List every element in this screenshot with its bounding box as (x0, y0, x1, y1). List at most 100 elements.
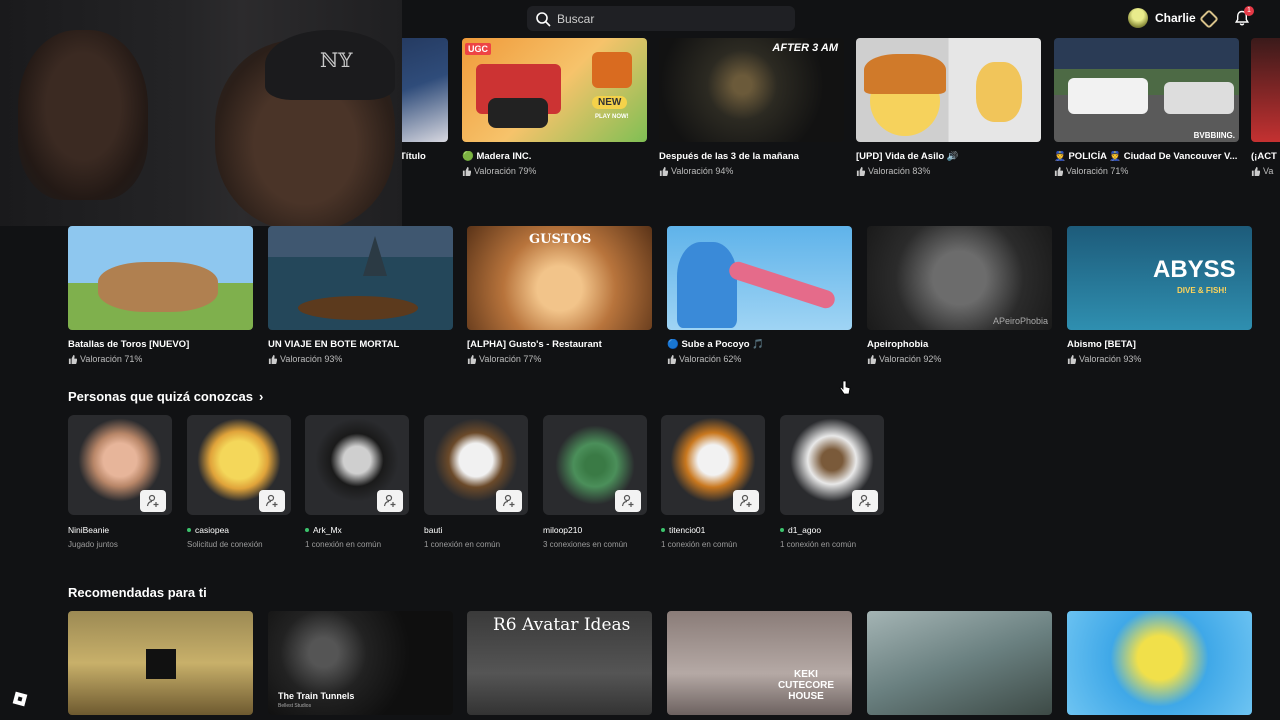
game-tile[interactable]: GUSTOS [ALPHA] Gusto's - Restaurant Valo… (467, 226, 652, 364)
game-thumbnail[interactable] (68, 226, 253, 330)
person-card[interactable]: NiniBeanie Jugado juntos (68, 415, 172, 549)
game-rating: Valoración 83% (856, 166, 1041, 176)
person-card[interactable]: d1_agoo 1 conexión en común (780, 415, 884, 549)
game-thumbnail[interactable]: The Train Tunnels Bellest Studios (268, 611, 453, 715)
person-name-text[interactable]: casiopea (195, 525, 229, 535)
recommended-section-title[interactable]: Recomendadas para ti (68, 585, 207, 600)
person-name[interactable]: titencio01 (661, 525, 765, 535)
search-input[interactable] (557, 11, 777, 26)
game-tile[interactable] (867, 611, 1052, 715)
person-card[interactable]: casiopea Solicitud de conexión (187, 415, 291, 549)
game-title[interactable]: Batallas de Toros [NUEVO] (68, 339, 253, 350)
rating-text: Valoración 93% (1079, 354, 1142, 364)
person-avatar[interactable] (661, 415, 765, 515)
person-name-text[interactable]: bauti (424, 525, 442, 535)
avatar[interactable] (1128, 8, 1148, 28)
person-avatar[interactable] (305, 415, 409, 515)
search-bar[interactable] (527, 6, 795, 31)
add-friend-button[interactable] (259, 490, 285, 512)
person-name[interactable]: miloop210 (543, 525, 647, 535)
person-card[interactable]: titencio01 1 conexión en común (661, 415, 765, 549)
game-tile[interactable]: [UPD] Vida de Asilo 🔊 Valoración 83% (856, 38, 1041, 176)
game-title[interactable]: (¡ACT (1251, 151, 1280, 162)
game-tile[interactable]: The Train Tunnels Bellest Studios (268, 611, 453, 715)
game-thumbnail[interactable] (856, 38, 1041, 142)
add-friend-icon (739, 494, 752, 507)
game-title[interactable]: 👮 POLICÍA 👮 Ciudad De Vancouver V... (1054, 151, 1239, 162)
game-title[interactable]: Abismo [BETA] (1067, 339, 1252, 350)
game-title[interactable]: [ALPHA] Gusto's - Restaurant (467, 339, 652, 350)
game-tile[interactable]: UN VIAJE EN BOTE MORTAL Valoración 93% (268, 226, 453, 364)
add-friend-button[interactable] (377, 490, 403, 512)
game-tile[interactable]: ABYSS DIVE & FISH! Abismo [BETA] Valorac… (1067, 226, 1252, 364)
game-thumbnail[interactable] (667, 226, 852, 330)
game-tile[interactable]: UGC NEW PLAY NOW! 🟢 Madera INC. Valoraci… (462, 38, 647, 176)
game-title[interactable]: [UPD] Vida de Asilo 🔊 (856, 151, 1041, 162)
add-friend-button[interactable] (140, 490, 166, 512)
game-thumbnail[interactable]: GUSTOS (467, 226, 652, 330)
game-tile[interactable]: R6 Avatar Ideas (467, 611, 652, 715)
game-tile[interactable]: 🔵 Sube a Pocoyo 🎵 Valoración 62% (667, 226, 852, 364)
add-friend-button[interactable] (733, 490, 759, 512)
game-tile[interactable] (68, 611, 253, 715)
game-tile[interactable]: AFTER 3 AM Después de las 3 de la mañana… (659, 38, 844, 176)
person-name[interactable]: Ark_Mx (305, 525, 409, 535)
person-name[interactable]: d1_agoo (780, 525, 884, 535)
person-name-text[interactable]: titencio01 (669, 525, 705, 535)
rating-text: Valoración 79% (474, 166, 537, 176)
thumbnail-overlay-text: AFTER 3 AM (772, 42, 838, 54)
game-title[interactable]: 🔵 Sube a Pocoyo 🎵 (667, 339, 852, 350)
thumbs-up-icon (467, 354, 476, 364)
person-name-text[interactable]: NiniBeanie (68, 525, 109, 535)
game-thumbnail[interactable]: AFTER 3 AM (659, 38, 844, 142)
game-title[interactable]: Apeirophobia (867, 339, 1052, 350)
chevron-right-icon[interactable]: › (259, 389, 263, 404)
game-thumbnail[interactable] (867, 611, 1052, 715)
game-tile[interactable]: KEKI CUTECORE HOUSE (667, 611, 852, 715)
game-title[interactable]: Título (400, 151, 426, 162)
people-section-label[interactable]: Personas que quizá conozcas (68, 389, 253, 404)
game-thumbnail[interactable]: R6 Avatar Ideas (467, 611, 652, 715)
game-thumbnail[interactable]: BVBBIING. (1054, 38, 1239, 142)
game-thumbnail[interactable] (1251, 38, 1280, 142)
person-card[interactable]: miloop210 3 conexiones en común (543, 415, 647, 549)
game-tile[interactable]: APeiroPhobia Apeirophobia Valoración 92% (867, 226, 1052, 364)
person-name[interactable]: casiopea (187, 525, 291, 535)
roblox-logo-icon[interactable] (12, 691, 28, 707)
person-card[interactable]: bauti 1 conexión en común (424, 415, 528, 549)
people-section-title[interactable]: Personas que quizá conozcas › (68, 389, 263, 404)
game-title[interactable]: 🟢 Madera INC. (462, 151, 647, 162)
game-title[interactable]: UN VIAJE EN BOTE MORTAL (268, 339, 453, 350)
game-thumbnail[interactable]: ABYSS DIVE & FISH! (1067, 226, 1252, 330)
person-card[interactable]: Ark_Mx 1 conexión en común (305, 415, 409, 549)
person-avatar[interactable] (543, 415, 647, 515)
robux-icon[interactable] (1199, 9, 1219, 29)
add-friend-button[interactable] (852, 490, 878, 512)
game-tile[interactable] (1067, 611, 1252, 715)
game-title[interactable]: Después de las 3 de la mañana (659, 151, 844, 162)
person-avatar[interactable] (780, 415, 884, 515)
username[interactable]: Charlie (1155, 11, 1196, 25)
game-tile[interactable]: BVBBIING. 👮 POLICÍA 👮 Ciudad De Vancouve… (1054, 38, 1239, 176)
game-thumbnail[interactable] (268, 226, 453, 330)
game-tile[interactable]: (¡ACT Va (1251, 38, 1280, 176)
person-name-text[interactable]: Ark_Mx (313, 525, 342, 535)
game-thumbnail[interactable] (68, 611, 253, 715)
user-menu[interactable]: Charlie (1128, 8, 1196, 28)
person-name-text[interactable]: miloop210 (543, 525, 582, 535)
game-thumbnail[interactable]: KEKI CUTECORE HOUSE (667, 611, 852, 715)
thumbnail-overlay-text: GUSTOS (529, 232, 592, 247)
person-avatar[interactable] (68, 415, 172, 515)
add-friend-button[interactable] (615, 490, 641, 512)
game-thumbnail[interactable] (1067, 611, 1252, 715)
person-name-text[interactable]: d1_agoo (788, 525, 821, 535)
person-name[interactable]: bauti (424, 525, 528, 535)
add-friend-button[interactable] (496, 490, 522, 512)
person-name[interactable]: NiniBeanie (68, 525, 172, 535)
game-tile[interactable]: Batallas de Toros [NUEVO] Valoración 71% (68, 226, 253, 364)
game-thumbnail[interactable]: UGC NEW PLAY NOW! (462, 38, 647, 142)
game-rating: Valoración 94% (659, 166, 844, 176)
game-thumbnail[interactable]: APeiroPhobia (867, 226, 1052, 330)
person-avatar[interactable] (424, 415, 528, 515)
person-avatar[interactable] (187, 415, 291, 515)
